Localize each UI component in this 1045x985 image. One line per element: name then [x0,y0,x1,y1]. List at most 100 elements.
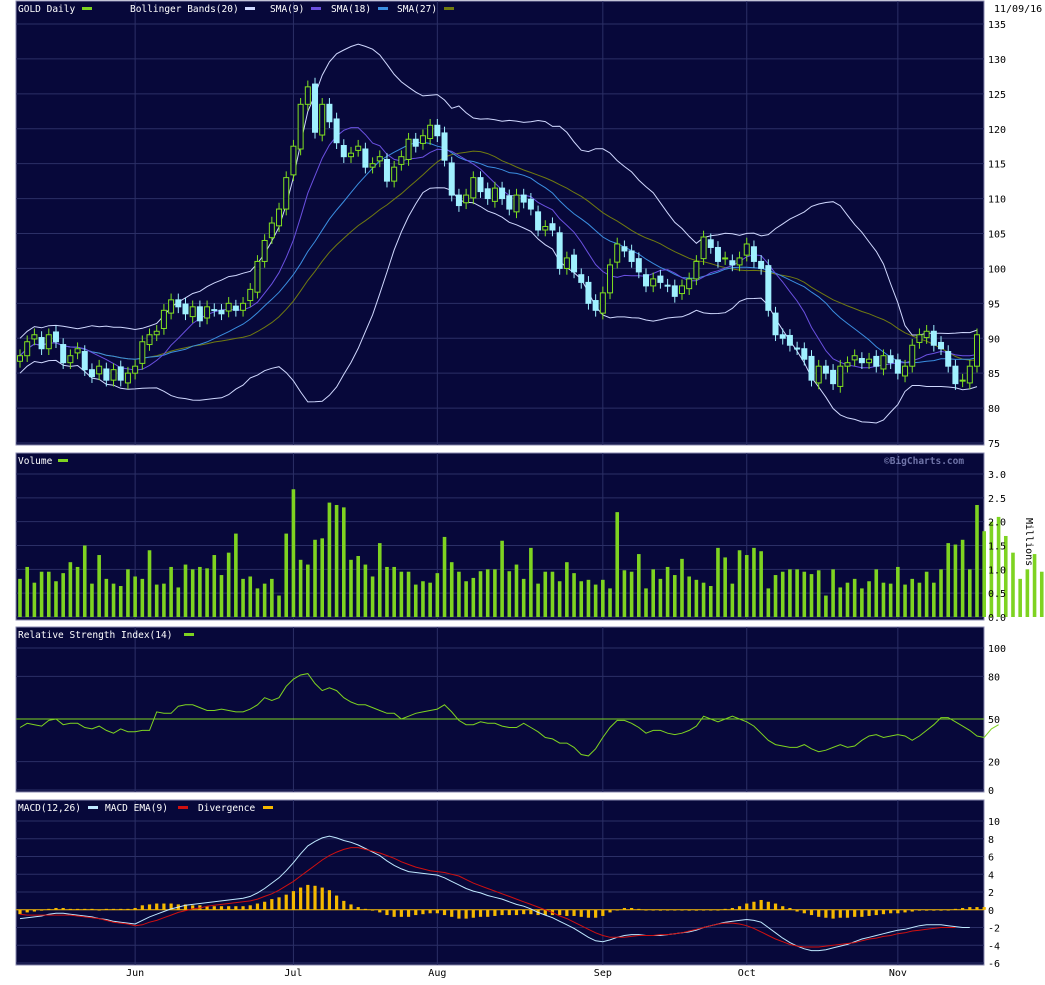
y-tick-label: -4 [988,941,1000,952]
divergence-bar [406,909,411,917]
candle-body [837,365,844,387]
volume-bar [1018,578,1022,617]
y-tick-label: 4 [988,870,994,881]
volume-bar [1025,569,1030,617]
volume-bar [104,578,109,617]
y-tick-label: 100 [988,644,1006,655]
volume-bar [701,582,706,617]
candle-body [873,355,880,367]
candle-body [103,368,110,381]
candle-body [506,195,513,210]
candle-body [750,246,757,262]
candle-body [347,152,354,158]
candle-body [758,260,765,269]
candle-body [592,300,599,311]
candle-body [556,232,563,269]
divergence-bar [622,907,627,910]
candle-body [707,239,714,248]
volume-bar [1039,571,1044,617]
divergence-bar [917,909,922,911]
sma18-legend-swatch [378,7,388,10]
volume-bar [860,588,864,617]
candle-body [182,303,189,315]
divergence-bar [47,908,51,910]
candle-body [168,299,175,314]
divergence-bar [529,909,533,915]
volume-bar [572,573,576,617]
candle-body [952,365,959,385]
volume-bar [176,587,181,617]
y-tick-label: 0 [988,906,994,917]
volume-bar [39,571,44,617]
divergence-bar [478,909,483,917]
divergence-bar [752,901,756,910]
price-panel: 75 80 85 90 95 100 105 110 115 120 125 130 135 GOLD … [15,0,1042,450]
candle-body [225,302,232,312]
candle-body [477,177,484,193]
candle-body [801,348,808,360]
x-axis: Jun Jul Aug Sep Oct Nov [126,968,907,979]
divergence-bar [212,906,216,910]
volume-bar [687,576,691,617]
divergence-bar [910,909,914,912]
candle-body [945,351,952,367]
candle-body [448,162,455,196]
divergence-bar [522,909,526,915]
volume-bar [759,551,763,617]
divergence-bar [263,901,267,910]
volume-bar [536,583,540,617]
divergence-bar [809,909,814,916]
volume-panel: 0.0 0.5 1.0 1.5 2.0 2.5 3.0 Volume ©BigCharts.… [15,452,1044,624]
rsi-legend-swatch [184,633,194,636]
x-tick-label: Oct [738,968,756,979]
volume-bar [795,569,799,617]
y-tick-label: 80 [988,404,1000,415]
candle-body [880,355,887,370]
divergence-bar [464,909,468,919]
volume-bar [291,489,296,617]
y-tick-label: 95 [988,299,1000,310]
y-tick-label: -6 [988,959,1000,970]
divergence-bar [874,909,878,916]
y-tick-label: 0.0 [988,613,1006,624]
volume-bar [744,555,749,617]
volume-bar [622,570,627,617]
candle-body [736,257,743,266]
volume-bar [788,569,792,617]
volume-bar [975,504,979,617]
y-tick-label: 120 [988,125,1006,136]
candle-body [412,138,419,147]
volume-bar [845,582,850,617]
candle-body [527,198,534,210]
volume-bar [881,582,886,617]
divergence-bar [946,909,950,911]
candle-body [110,369,117,381]
divergence-bar [788,907,792,910]
volume-bar [831,569,835,617]
candle-body [376,156,383,162]
divergence-bar [831,909,835,919]
y-tick-label: 75 [988,439,1000,450]
volume-bar [816,570,821,617]
y-tick-label: 85 [988,369,1000,380]
candle-body [405,138,412,160]
volume-bar [248,576,253,617]
candle-body [81,351,88,371]
divergence-bar [514,909,519,916]
y-tick-label: 2.0 [988,518,1006,529]
volume-bar [723,557,727,617]
volume-bar [665,566,670,617]
volume-bar [601,579,605,617]
volume-bar [226,552,231,617]
divergence-bar [594,909,598,918]
divergence-bar [18,909,22,915]
divergence-bar [335,895,339,910]
divergence-bar [680,909,684,911]
candle-body [499,187,506,200]
divergence-bar [802,909,806,914]
volume-bar [521,578,526,617]
volume-bar [478,571,483,617]
divergence-bar [925,909,929,911]
candle-body [599,292,606,314]
volume-bar [140,578,145,617]
